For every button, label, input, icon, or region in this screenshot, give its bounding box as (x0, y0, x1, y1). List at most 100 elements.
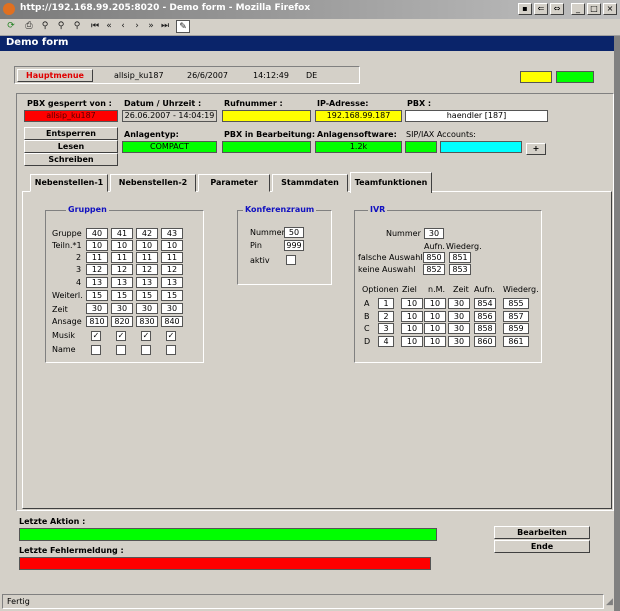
ende-button[interactable]: Ende (494, 540, 590, 553)
find-all-icon[interactable]: ⚲ (54, 20, 68, 33)
gruppen-musik-checkbox[interactable]: ✓ (141, 331, 151, 341)
gruppen-musik-checkbox[interactable]: ✓ (91, 331, 101, 341)
gruppen-zeit-cell[interactable]: 30 (86, 303, 108, 314)
gruppen-weiterl-cell[interactable]: 15 (111, 290, 133, 301)
next-icon[interactable]: › (130, 20, 144, 33)
gruppen-weiterl-cell[interactable]: 15 (136, 290, 158, 301)
konf-nummer-field[interactable]: 50 (284, 227, 304, 238)
gruppen-ansage-cell[interactable]: 840 (161, 316, 183, 327)
hauptmenue-button[interactable]: Hauptmenue (17, 69, 93, 82)
ivr-option-wiederg-cell[interactable]: 855 (503, 298, 529, 309)
lesen-button[interactable]: Lesen (24, 140, 118, 153)
ivr-option-zeit-cell[interactable]: 30 (448, 323, 470, 334)
gruppen-teiln3-cell[interactable]: 12 (86, 264, 108, 275)
resize-grip-icon[interactable]: ◢ (606, 596, 618, 608)
ivr-option-nm-cell[interactable]: 10 (424, 298, 446, 309)
ivr-option-nm-cell[interactable]: 10 (424, 336, 446, 347)
gruppen-teiln4-cell[interactable]: 13 (86, 277, 108, 288)
ivr-option-num-cell[interactable]: 2 (378, 311, 394, 322)
ivr-option-ziel-cell[interactable]: 10 (401, 298, 423, 309)
konf-pin-field[interactable]: 999 (284, 240, 304, 251)
gruppen-teiln1-cell[interactable]: 10 (86, 240, 108, 251)
tab-teamfunktionen[interactable]: Teamfunktionen (350, 172, 432, 193)
menu-icon[interactable]: ▪ (518, 3, 532, 15)
ivr-option-zeit-cell[interactable]: 30 (448, 298, 470, 309)
tab-nebenstellen-1[interactable]: Nebenstellen-1 (30, 174, 108, 192)
maximize-button[interactable]: □ (587, 3, 601, 15)
tab-parameter[interactable]: Parameter (198, 174, 270, 192)
gruppen-gruppe-cell[interactable]: 43 (161, 228, 183, 239)
entsperren-button[interactable]: Entsperren (24, 127, 118, 140)
gruppen-teiln2-cell[interactable]: 11 (161, 252, 183, 263)
ivr-option-zeit-cell[interactable]: 30 (448, 311, 470, 322)
ivr-option-wiederg-cell[interactable]: 859 (503, 323, 529, 334)
gruppen-musik-checkbox[interactable]: ✓ (166, 331, 176, 341)
ivr-option-aufn-cell[interactable]: 860 (474, 336, 496, 347)
falsche-wiederg-field[interactable]: 851 (449, 252, 471, 263)
ivr-option-nm-cell[interactable]: 10 (424, 311, 446, 322)
falsche-aufn-field[interactable]: 850 (423, 252, 445, 263)
ivr-option-zeit-cell[interactable]: 30 (448, 336, 470, 347)
gruppen-gruppe-cell[interactable]: 41 (111, 228, 133, 239)
gruppen-ansage-cell[interactable]: 830 (136, 316, 158, 327)
gruppen-zeit-cell[interactable]: 30 (111, 303, 133, 314)
gruppen-teiln3-cell[interactable]: 12 (161, 264, 183, 275)
gruppen-name-checkbox[interactable] (166, 345, 176, 355)
refresh-icon[interactable]: ⟳ (4, 20, 18, 33)
gruppen-gruppe-cell[interactable]: 40 (86, 228, 108, 239)
ivr-option-ziel-cell[interactable]: 10 (401, 336, 423, 347)
gruppen-zeit-cell[interactable]: 30 (161, 303, 183, 314)
ivr-option-ziel-cell[interactable]: 10 (401, 311, 423, 322)
tab-stammdaten[interactable]: Stammdaten (272, 174, 348, 192)
gruppen-teiln4-cell[interactable]: 13 (111, 277, 133, 288)
tab-nebenstellen-2[interactable]: Nebenstellen-2 (110, 174, 196, 192)
gruppen-teiln2-cell[interactable]: 11 (136, 252, 158, 263)
rufnummer-field[interactable] (222, 110, 311, 122)
ivr-option-num-cell[interactable]: 4 (378, 336, 394, 347)
next-page-icon[interactable]: » (144, 20, 158, 33)
ip-field[interactable]: 192.168.99.187 (315, 110, 402, 122)
gruppen-musik-checkbox[interactable]: ✓ (116, 331, 126, 341)
ivr-option-ziel-cell[interactable]: 10 (401, 323, 423, 334)
ivr-option-aufn-cell[interactable]: 856 (474, 311, 496, 322)
gruppen-teiln3-cell[interactable]: 12 (111, 264, 133, 275)
gruppen-teiln2-cell[interactable]: 11 (86, 252, 108, 263)
prev-icon[interactable]: ‹ (116, 20, 130, 33)
gruppen-ansage-cell[interactable]: 810 (86, 316, 108, 327)
last-icon[interactable]: ⏭ (158, 20, 172, 33)
add-sip-button[interactable]: + (526, 143, 546, 155)
gruppen-teiln1-cell[interactable]: 10 (161, 240, 183, 251)
gruppen-teiln1-cell[interactable]: 10 (111, 240, 133, 251)
schreiben-button[interactable]: Schreiben (24, 153, 118, 166)
restore-icon[interactable]: ⇐ (534, 3, 548, 15)
find-next-icon[interactable]: ⚲ (70, 20, 84, 33)
keine-wiederg-field[interactable]: 853 (449, 264, 471, 275)
gruppen-teiln2-cell[interactable]: 11 (111, 252, 133, 263)
ivr-option-nm-cell[interactable]: 10 (424, 323, 446, 334)
minimize-button[interactable]: _ (571, 3, 585, 15)
pbx-field[interactable]: haendler [187] (405, 110, 548, 122)
print-icon[interactable]: ⎙ (22, 20, 36, 33)
close-button[interactable]: × (603, 3, 617, 15)
konf-aktiv-checkbox[interactable] (286, 255, 296, 265)
gruppen-weiterl-cell[interactable]: 15 (161, 290, 183, 301)
prev-page-icon[interactable]: « (102, 20, 116, 33)
gruppen-zeit-cell[interactable]: 30 (136, 303, 158, 314)
gruppen-name-checkbox[interactable] (116, 345, 126, 355)
gruppen-ansage-cell[interactable]: 820 (111, 316, 133, 327)
gruppen-teiln3-cell[interactable]: 12 (136, 264, 158, 275)
gruppen-gruppe-cell[interactable]: 42 (136, 228, 158, 239)
gruppen-name-checkbox[interactable] (91, 345, 101, 355)
ivr-option-wiederg-cell[interactable]: 857 (503, 311, 529, 322)
ivr-nummer-field[interactable]: 30 (424, 228, 444, 239)
first-icon[interactable]: ⏮ (88, 20, 102, 33)
gruppen-teiln4-cell[interactable]: 13 (136, 277, 158, 288)
gruppen-teiln1-cell[interactable]: 10 (136, 240, 158, 251)
ivr-option-aufn-cell[interactable]: 858 (474, 323, 496, 334)
ivr-option-num-cell[interactable]: 1 (378, 298, 394, 309)
resize-icon[interactable]: ⇔ (550, 3, 564, 15)
bearbeiten-button[interactable]: Bearbeiten (494, 526, 590, 539)
ivr-option-num-cell[interactable]: 3 (378, 323, 394, 334)
keine-aufn-field[interactable]: 852 (423, 264, 445, 275)
gruppen-name-checkbox[interactable] (141, 345, 151, 355)
